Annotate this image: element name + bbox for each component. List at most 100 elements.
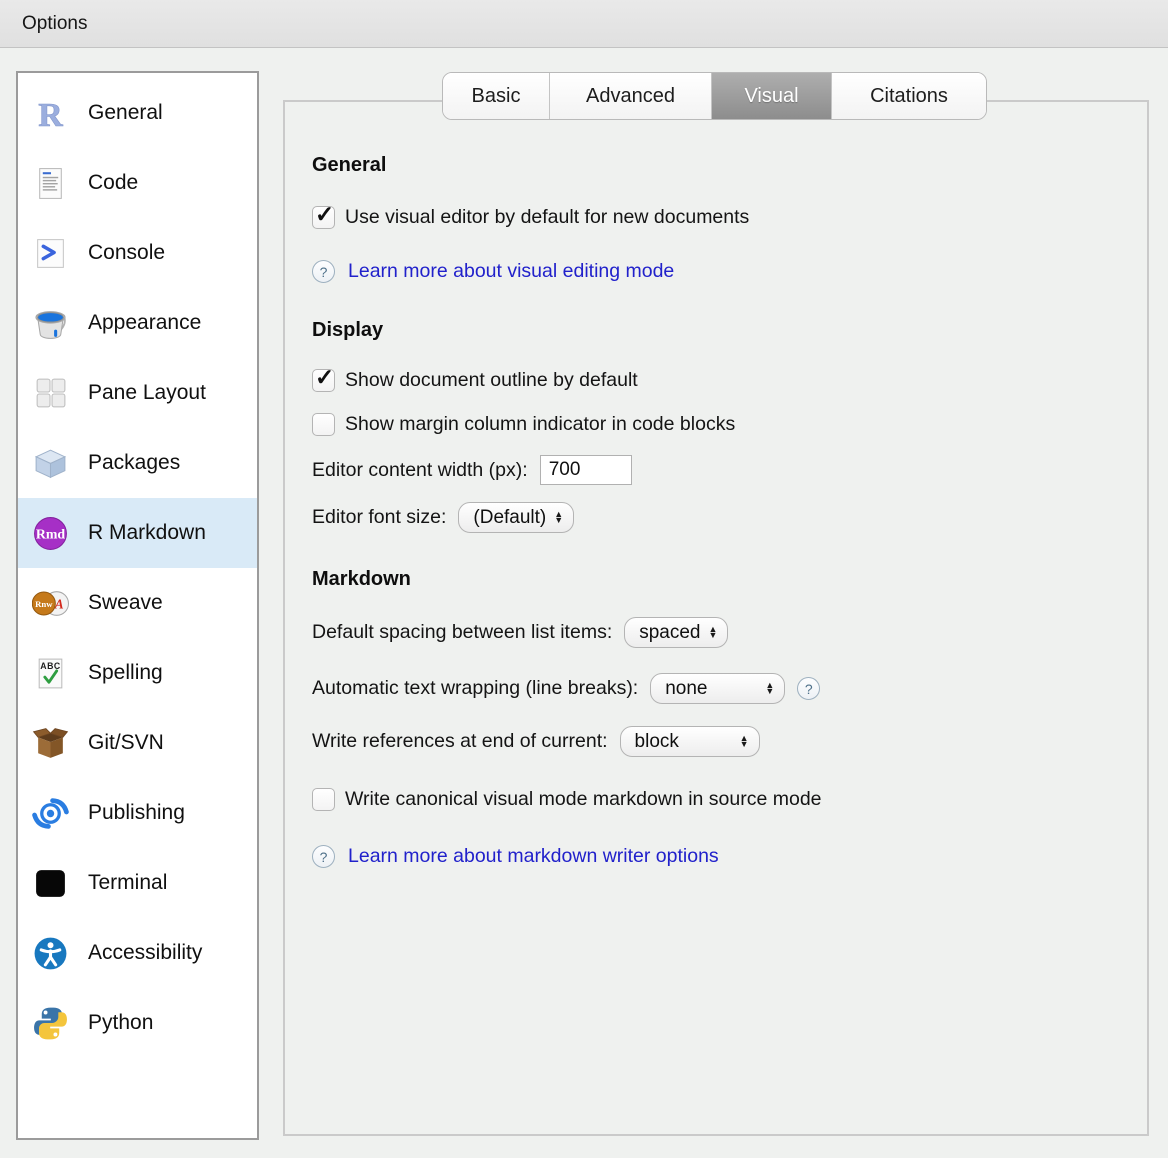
references-value: block xyxy=(635,731,679,753)
svg-text:ABC: ABC xyxy=(40,660,61,670)
accessibility-icon xyxy=(31,934,69,972)
use-visual-editor-label: Use visual editor by default for new doc… xyxy=(345,206,749,229)
tab-visual[interactable]: Visual xyxy=(712,73,832,119)
canonical-markdown-checkbox[interactable] xyxy=(312,788,335,811)
tab-citations[interactable]: Citations xyxy=(832,73,986,119)
tab-basic[interactable]: Basic xyxy=(443,73,550,119)
sidebar-item-appearance[interactable]: Appearance xyxy=(18,288,257,358)
sidebar-item-git-svn[interactable]: Git/SVN xyxy=(18,708,257,778)
sidebar-item-sweave[interactable]: A Rnw Sweave xyxy=(18,568,257,638)
options-category-sidebar: R General Code Console xyxy=(16,71,259,1140)
list-spacing-select[interactable]: spaced ▲▼ xyxy=(624,617,728,648)
sidebar-item-terminal[interactable]: Terminal xyxy=(18,848,257,918)
list-spacing-row: Default spacing between list items: spac… xyxy=(312,617,1147,648)
help-icon[interactable]: ? xyxy=(797,677,820,700)
use-visual-editor-checkbox[interactable]: ✓ xyxy=(312,206,335,229)
editor-font-size-select[interactable]: (Default) ▲▼ xyxy=(458,502,574,533)
editor-font-size-row: Editor font size: (Default) ▲▼ xyxy=(312,502,1147,533)
svg-text:Rnw: Rnw xyxy=(35,598,53,608)
sidebar-item-packages[interactable]: Packages xyxy=(18,428,257,498)
checkmark-icon: ✓ xyxy=(315,201,334,228)
show-margin-label: Show margin column indicator in code blo… xyxy=(345,413,735,436)
sidebar-item-label: Spelling xyxy=(88,661,163,685)
sidebar-item-python[interactable]: Python xyxy=(18,988,257,1058)
editor-font-size-label: Editor font size: xyxy=(312,506,446,529)
sidebar-item-label: R Markdown xyxy=(88,521,206,545)
editor-font-size-value: (Default) xyxy=(473,507,546,529)
sidebar-item-label: Packages xyxy=(88,451,180,475)
markdown-section-heading: Markdown xyxy=(312,568,1147,591)
editor-width-input[interactable] xyxy=(540,455,632,485)
sidebar-item-label: Code xyxy=(88,171,138,195)
svg-text:R: R xyxy=(38,96,63,131)
paint-bucket-icon xyxy=(31,304,69,342)
text-wrapping-label: Automatic text wrapping (line breaks): xyxy=(312,677,638,700)
help-icon[interactable]: ? xyxy=(312,260,335,283)
rmarkdown-tab-strip: Basic Advanced Visual Citations xyxy=(442,72,987,120)
python-icon xyxy=(31,1004,69,1042)
console-prompt-icon xyxy=(31,234,69,272)
window-titlebar: Options xyxy=(0,0,1168,48)
general-section-heading: General xyxy=(312,154,1147,177)
references-select[interactable]: block ▲▼ xyxy=(620,726,760,757)
text-wrapping-value: none xyxy=(665,678,707,700)
sidebar-item-label: Appearance xyxy=(88,311,201,335)
stepper-arrows-icon: ▲▼ xyxy=(709,627,718,638)
visual-editing-help-row: ? Learn more about visual editing mode xyxy=(312,260,1147,283)
editor-width-row: Editor content width (px): xyxy=(312,455,1147,485)
rmarkdown-icon: Rmd xyxy=(31,514,69,552)
stepper-arrows-icon: ▲▼ xyxy=(740,736,749,747)
sidebar-item-pane-layout[interactable]: Pane Layout xyxy=(18,358,257,428)
sidebar-item-label: Sweave xyxy=(88,591,163,615)
display-section-heading: Display xyxy=(312,319,1147,342)
sidebar-item-label: Pane Layout xyxy=(88,381,206,405)
svg-text:Rmd: Rmd xyxy=(35,527,65,542)
show-margin-row: Show margin column indicator in code blo… xyxy=(312,413,1147,436)
publishing-connect-icon xyxy=(31,794,69,832)
spellcheck-icon: ABC xyxy=(31,654,69,692)
sidebar-item-code[interactable]: Code xyxy=(18,148,257,218)
sidebar-item-publishing[interactable]: Publishing xyxy=(18,778,257,848)
help-icon[interactable]: ? xyxy=(312,845,335,868)
list-spacing-value: spaced xyxy=(639,622,700,644)
show-outline-label: Show document outline by default xyxy=(345,369,638,392)
sidebar-item-r-markdown[interactable]: Rmd R Markdown xyxy=(18,498,257,568)
sidebar-item-label: Publishing xyxy=(88,801,185,825)
sidebar-item-general[interactable]: R General xyxy=(18,78,257,148)
references-label: Write references at end of current: xyxy=(312,730,608,753)
package-box-icon xyxy=(31,444,69,482)
text-wrapping-select[interactable]: none ▲▼ xyxy=(650,673,785,704)
show-outline-row: ✓ Show document outline by default xyxy=(312,369,1147,392)
use-visual-editor-row: ✓ Use visual editor by default for new d… xyxy=(312,206,1147,229)
learn-visual-editing-link[interactable]: Learn more about visual editing mode xyxy=(348,260,674,283)
show-outline-checkbox[interactable]: ✓ xyxy=(312,369,335,392)
references-row: Write references at end of current: bloc… xyxy=(312,726,1147,757)
sidebar-item-label: Terminal xyxy=(88,871,167,895)
text-wrapping-row: Automatic text wrapping (line breaks): n… xyxy=(312,673,1147,704)
sidebar-item-label: Console xyxy=(88,241,165,265)
stepper-arrows-icon: ▲▼ xyxy=(765,683,774,694)
sidebar-item-label: Git/SVN xyxy=(88,731,164,755)
learn-markdown-writer-link[interactable]: Learn more about markdown writer options xyxy=(348,845,719,868)
show-margin-checkbox[interactable] xyxy=(312,413,335,436)
r-logo-icon: R xyxy=(31,94,69,132)
terminal-icon xyxy=(31,864,69,902)
sidebar-item-label: Python xyxy=(88,1011,153,1035)
editor-width-label: Editor content width (px): xyxy=(312,459,528,482)
code-document-icon xyxy=(31,164,69,202)
tab-advanced[interactable]: Advanced xyxy=(550,73,712,119)
git-svn-box-icon xyxy=(31,724,69,762)
list-spacing-label: Default spacing between list items: xyxy=(312,621,612,644)
checkmark-icon: ✓ xyxy=(315,364,334,391)
markdown-writer-help-row: ? Learn more about markdown writer optio… xyxy=(312,845,1147,868)
sidebar-item-accessibility[interactable]: Accessibility xyxy=(18,918,257,988)
canonical-markdown-row: Write canonical visual mode markdown in … xyxy=(312,788,1147,811)
sidebar-item-console[interactable]: Console xyxy=(18,218,257,288)
canonical-markdown-label: Write canonical visual mode markdown in … xyxy=(345,788,822,811)
sidebar-item-spelling[interactable]: ABC Spelling xyxy=(18,638,257,708)
pane-grid-icon xyxy=(31,374,69,412)
sweave-icon: A Rnw xyxy=(31,584,69,622)
stepper-arrows-icon: ▲▼ xyxy=(554,512,563,523)
visual-options-panel: General ✓ Use visual editor by default f… xyxy=(283,100,1149,1136)
window-title: Options xyxy=(22,13,87,35)
